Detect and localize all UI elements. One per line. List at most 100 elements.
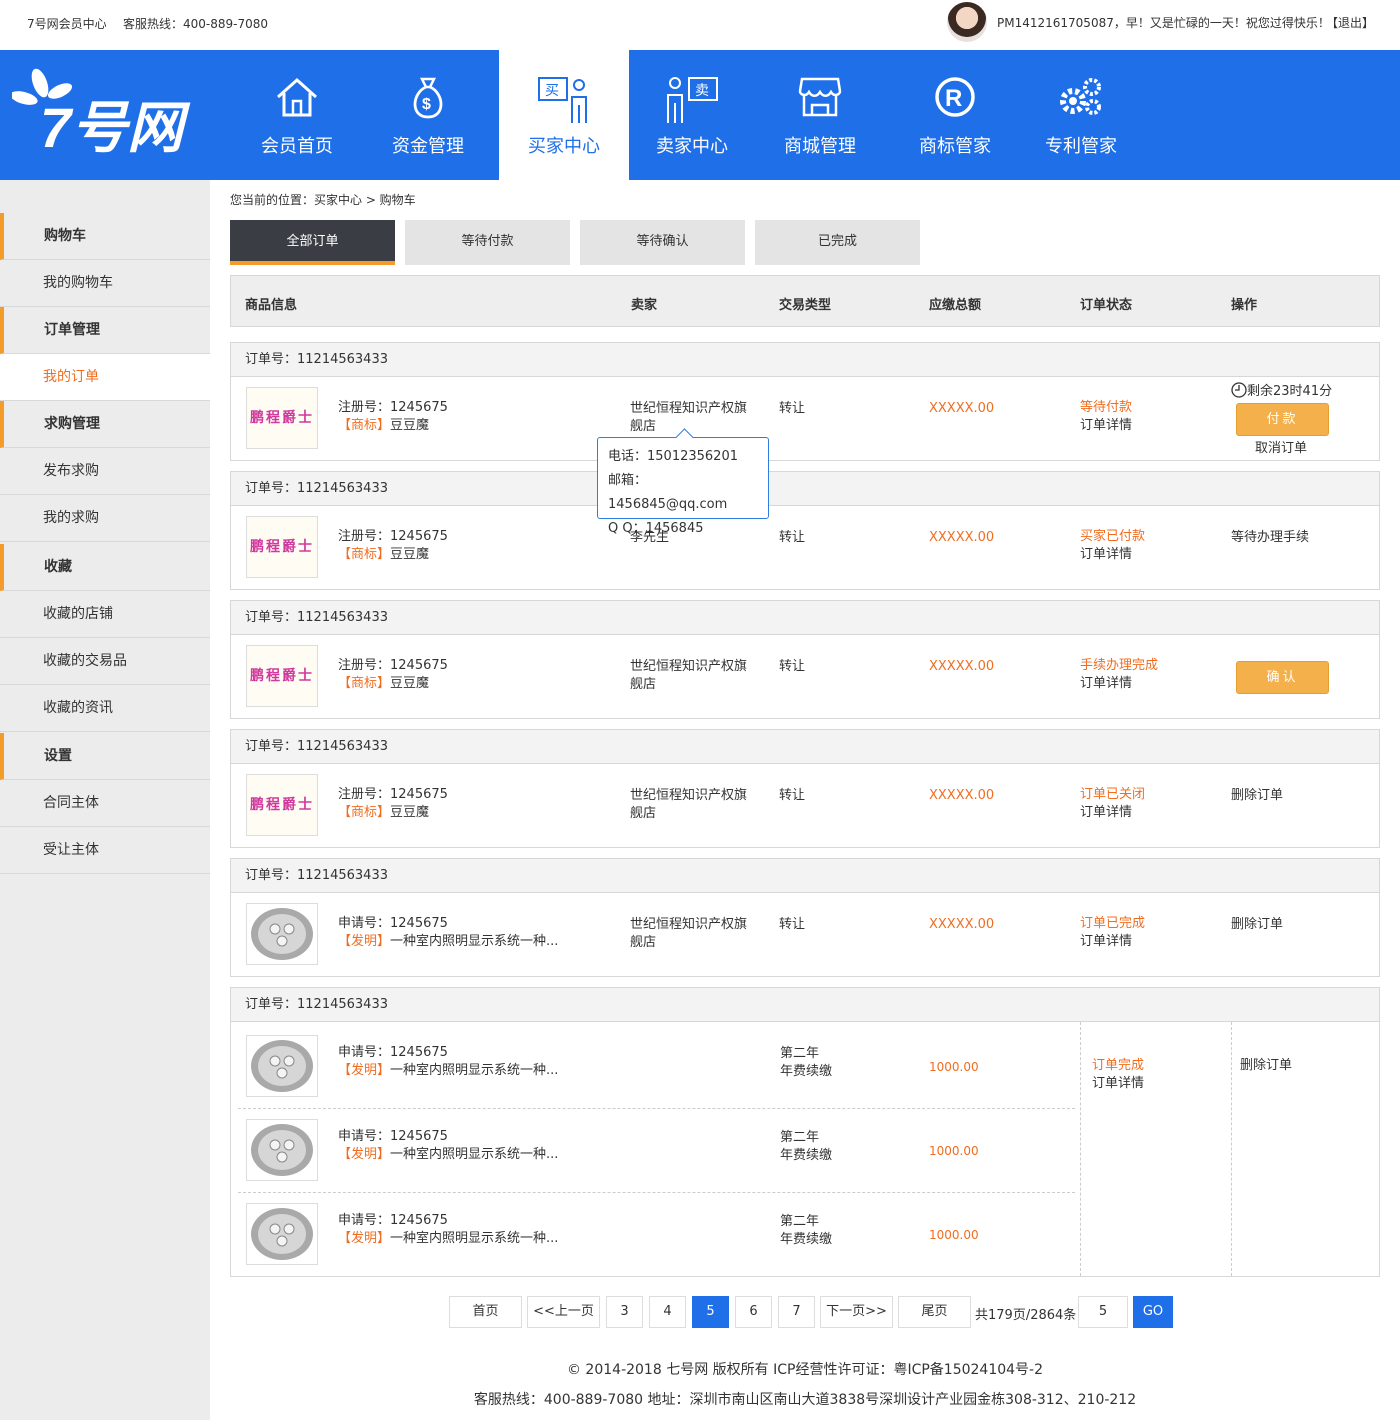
order-status: 等待付款 xyxy=(1080,400,1133,415)
trade-type: 第二年 xyxy=(780,1046,820,1061)
delete-order-link[interactable]: 删除订单 xyxy=(1240,1057,1292,1075)
order-number: 订单号：11214563433 xyxy=(231,343,1379,377)
pager-page[interactable]: 6 xyxy=(735,1296,772,1328)
order-card: 订单号：11214563433 申请号：1245675 【发明】一种室内照明显示… xyxy=(230,858,1380,977)
trade-type-sub: 年费续缴 xyxy=(780,1232,833,1247)
lamp-icon xyxy=(251,1040,313,1092)
nav-funds[interactable]: $ 资金管理 xyxy=(363,50,493,180)
sidebar-group-favorites[interactable]: 收藏 xyxy=(0,544,210,591)
order-detail-link[interactable]: 订单详情 xyxy=(1080,675,1132,693)
order-number: 订单号：11214563433 xyxy=(231,472,1379,506)
pager-page[interactable]: 3 xyxy=(606,1296,643,1328)
pager-jump-input[interactable]: 5 xyxy=(1078,1296,1128,1328)
nav-label: 买家中心 xyxy=(528,136,600,157)
sidebar-item-my-wanted[interactable]: 我的求购 xyxy=(0,495,210,542)
tooltip-email: 邮箱：1456845@qq.com xyxy=(608,473,728,512)
trade-type-sub: 年费续缴 xyxy=(780,1064,833,1079)
order-number: 订单号：11214563433 xyxy=(231,730,1379,764)
pager-page[interactable]: 7 xyxy=(778,1296,815,1328)
svg-text:买: 买 xyxy=(545,83,559,99)
order-detail-link[interactable]: 订单详情 xyxy=(1080,804,1132,822)
nav-buyer-center[interactable]: 买 买家中心 xyxy=(499,50,629,180)
order-action: 等待办理手续 xyxy=(1231,530,1310,545)
cancel-order-link[interactable]: 取消订单 xyxy=(1255,440,1307,458)
amount: XXXXX.00 xyxy=(929,917,995,932)
trademark-thumbnail[interactable]: 鹏程爵士 xyxy=(246,645,318,707)
nav-seller-center[interactable]: 卖 卖家中心 xyxy=(627,50,757,180)
footer-contact: 客服热线：400-889-7080 地址：深圳市南山区南山大道3838号深圳设计… xyxy=(473,1392,1137,1408)
sidebar-item-fav-shops[interactable]: 收藏的店铺 xyxy=(0,591,210,638)
seller-name[interactable]: 世纪恒程知识产权旗舰店 xyxy=(630,658,755,694)
order-detail-link[interactable]: 订单详情 xyxy=(1080,546,1132,564)
sidebar-group-cart[interactable]: 购物车 xyxy=(0,213,210,260)
registered-icon: R xyxy=(935,77,975,117)
pager-page-current[interactable]: 5 xyxy=(692,1296,729,1328)
seller-name[interactable]: 世纪恒程知识产权旗舰店 xyxy=(630,916,755,952)
order-card: 订单号：11214563433 鹏程爵士 注册号：1245675 【商标】豆豆魔… xyxy=(230,342,1380,461)
seller-name[interactable]: 世纪恒程知识产权旗舰店 xyxy=(630,400,755,436)
nav-trademark-butler[interactable]: R 商标管家 xyxy=(890,50,1020,180)
hotline: 客服热线：400-889-7080 xyxy=(123,17,269,31)
order-detail-link[interactable]: 订单详情 xyxy=(1080,933,1132,951)
store-icon xyxy=(798,77,842,117)
sidebar-item-assignee[interactable]: 受让主体 xyxy=(0,827,210,874)
seller-contact-tooltip: 电话：15012356201 邮箱：1456845@qq.com Q Q：145… xyxy=(597,437,769,536)
amount: XXXXX.00 xyxy=(929,788,995,803)
logout-link[interactable]: 【退出】 xyxy=(1326,14,1374,31)
patent-thumbnail[interactable] xyxy=(246,1203,318,1265)
amount: XXXXX.00 xyxy=(929,530,995,545)
trademark-thumbnail[interactable]: 鹏程爵士 xyxy=(246,516,318,578)
confirm-button[interactable]: 确认 xyxy=(1236,661,1329,694)
tab-completed[interactable]: 已完成 xyxy=(755,220,920,265)
nav-mall-management[interactable]: 商城管理 xyxy=(755,50,885,180)
sidebar-group-settings[interactable]: 设置 xyxy=(0,733,210,780)
pager-last[interactable]: 尾页 xyxy=(898,1296,971,1328)
money-bag-icon: $ xyxy=(413,77,443,119)
product-name: 【商标】豆豆魔 xyxy=(338,547,430,562)
site-name[interactable]: 7号网会员中心 xyxy=(27,15,107,32)
trademark-thumbnail[interactable]: 鹏程爵士 xyxy=(246,387,318,449)
nav-member-home[interactable]: 会员首页 xyxy=(232,50,362,180)
tab-awaiting-payment[interactable]: 等待付款 xyxy=(405,220,570,265)
logo-icon: 7号网 xyxy=(10,68,191,159)
sidebar: 购物车 我的购物车 订单管理 我的订单 求购管理 发布求购 我的求购 收藏 收藏… xyxy=(0,180,210,1420)
order-card: 订单号：11214563433 鹏程爵士 注册号：1245675 【商标】豆豆魔… xyxy=(230,471,1380,590)
order-status: 订单完成 xyxy=(1092,1058,1145,1073)
pay-button[interactable]: 付款 xyxy=(1236,403,1329,436)
trademark-thumbnail[interactable]: 鹏程爵士 xyxy=(246,774,318,836)
pager-next[interactable]: 下一页>> xyxy=(820,1296,893,1328)
order-number: 订单号：11214563433 xyxy=(231,988,1379,1022)
app-number: 申请号：1245675 xyxy=(338,1045,448,1060)
countdown: 剩余23时41分 xyxy=(1231,382,1332,401)
pager-prev[interactable]: <<上一页 xyxy=(527,1296,600,1328)
patent-thumbnail[interactable] xyxy=(246,1035,318,1097)
svg-text:R: R xyxy=(945,85,962,112)
sidebar-group-orders[interactable]: 订单管理 xyxy=(0,307,210,354)
patent-thumbnail[interactable] xyxy=(246,1119,318,1181)
avatar[interactable] xyxy=(947,2,987,42)
seller-name[interactable]: 世纪恒程知识产权旗舰店 xyxy=(630,787,755,823)
sidebar-group-wanted[interactable]: 求购管理 xyxy=(0,401,210,448)
sidebar-item-contract-party[interactable]: 合同主体 xyxy=(0,780,210,827)
sidebar-item-my-orders[interactable]: 我的订单 xyxy=(0,354,210,401)
delete-order-link[interactable]: 删除订单 xyxy=(1231,787,1283,805)
svg-text:卖: 卖 xyxy=(695,83,709,99)
patent-thumbnail[interactable] xyxy=(246,903,318,965)
tab-all-orders[interactable]: 全部订单 xyxy=(230,220,395,265)
site-logo[interactable]: 7号网 xyxy=(10,65,212,159)
order-detail-link[interactable]: 订单详情 xyxy=(1092,1075,1144,1093)
product-name: 【发明】一种室内照明显示系统一种... xyxy=(338,1063,559,1078)
tab-awaiting-confirm[interactable]: 等待确认 xyxy=(580,220,745,265)
sidebar-item-fav-news[interactable]: 收藏的资讯 xyxy=(0,685,210,732)
reg-number: 注册号：1245675 xyxy=(338,787,448,802)
col-amount: 应缴总额 xyxy=(929,298,982,313)
sidebar-item-post-wanted[interactable]: 发布求购 xyxy=(0,448,210,495)
sidebar-item-fav-goods[interactable]: 收藏的交易品 xyxy=(0,638,210,685)
pager-first[interactable]: 首页 xyxy=(449,1296,522,1328)
delete-order-link[interactable]: 删除订单 xyxy=(1231,916,1283,934)
pager-go-button[interactable]: GO xyxy=(1133,1296,1173,1328)
pager-page[interactable]: 4 xyxy=(649,1296,686,1328)
nav-patent-butler[interactable]: 专利管家 xyxy=(1016,50,1146,180)
sidebar-item-my-cart[interactable]: 我的购物车 xyxy=(0,260,210,307)
order-detail-link[interactable]: 订单详情 xyxy=(1080,417,1132,435)
